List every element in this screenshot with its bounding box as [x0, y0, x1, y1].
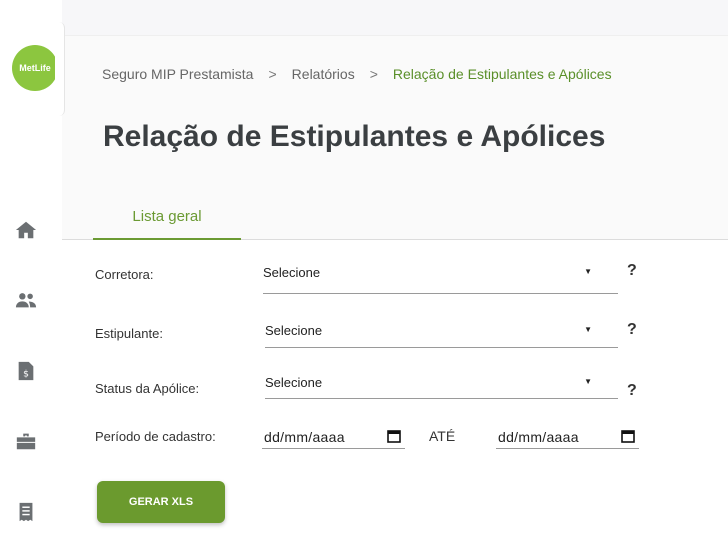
periodo-to-input[interactable]: dd/mm/aaaa — [496, 425, 639, 449]
estipulante-label: Estipulante: — [95, 326, 163, 341]
status-value: Selecione — [265, 375, 323, 390]
estipulante-value: Selecione — [265, 323, 323, 338]
corretora-value: Selecione — [263, 265, 321, 280]
invoice-icon[interactable]: $ — [13, 358, 39, 384]
corretora-label: Corretora: — [95, 267, 154, 282]
gerar-xls-button[interactable]: GERAR XLS — [97, 481, 225, 523]
estipulante-select[interactable]: Selecione ▼ — [265, 318, 618, 348]
corretora-help-icon[interactable]: ? — [627, 262, 637, 280]
svg-text:$: $ — [23, 369, 29, 380]
caret-down-icon: ▼ — [584, 325, 592, 334]
tab-lista-geral[interactable]: Lista geral — [93, 203, 241, 240]
periodo-from-value: dd/mm/aaaa — [264, 429, 345, 445]
calendar-icon[interactable] — [621, 429, 635, 443]
logo-text: MetLife — [19, 63, 51, 73]
breadcrumb-item-relatorios[interactable]: Relatórios — [292, 66, 355, 82]
status-select[interactable]: Selecione ▼ — [265, 369, 618, 399]
caret-down-icon: ▼ — [584, 267, 592, 276]
calendar-icon[interactable] — [387, 429, 401, 443]
breadcrumb-separator: > — [268, 66, 277, 82]
status-help-icon[interactable]: ? — [627, 382, 637, 400]
breadcrumb-separator: > — [369, 66, 378, 82]
sidebar: MetLife $ — [0, 0, 65, 550]
receipt-icon[interactable] — [13, 499, 39, 525]
app-window: MetLife $ Seguro MIP Prestamista > Relat… — [0, 0, 728, 550]
estipulante-help-icon[interactable]: ? — [627, 321, 637, 339]
metlife-logo[interactable]: MetLife — [12, 45, 58, 91]
breadcrumb: Seguro MIP Prestamista > Relatórios > Re… — [102, 66, 612, 82]
caret-down-icon: ▼ — [584, 377, 592, 386]
periodo-to-value: dd/mm/aaaa — [498, 429, 579, 445]
periodo-from-input[interactable]: dd/mm/aaaa — [262, 425, 405, 449]
breadcrumb-item-current: Relação de Estipulantes e Apólices — [392, 66, 612, 82]
periodo-separator: ATÉ — [429, 428, 456, 444]
home-icon[interactable] — [13, 217, 39, 243]
periodo-label: Período de cadastro: — [95, 429, 216, 444]
users-icon[interactable] — [13, 287, 39, 313]
briefcase-icon[interactable] — [13, 428, 39, 454]
sidebar-toggle[interactable] — [55, 22, 65, 116]
status-label: Status da Apólice: — [95, 381, 200, 396]
page-title: Relação de Estipulantes e Apólices — [103, 120, 606, 153]
top-bar — [62, 0, 728, 36]
corretora-select[interactable]: Selecione ▼ — [263, 258, 618, 294]
breadcrumb-item-seguro[interactable]: Seguro MIP Prestamista — [102, 66, 253, 82]
